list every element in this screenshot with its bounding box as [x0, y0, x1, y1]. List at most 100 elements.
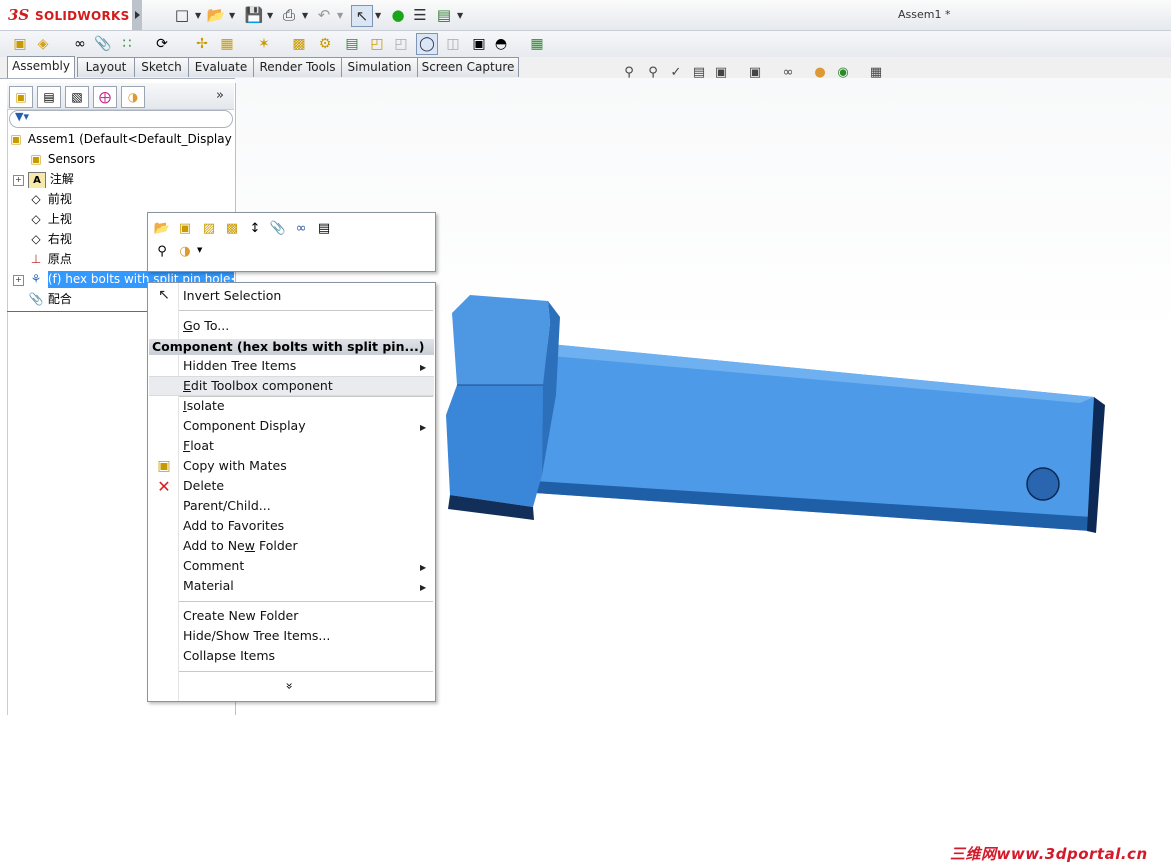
menu-item-material[interactable]: Material — [183, 576, 428, 596]
rebuild-icon[interactable]: ● — [388, 5, 408, 25]
tree-item-origin[interactable]: ⊥ 原点 — [28, 250, 148, 268]
tab-evaluate[interactable]: Evaluate — [188, 57, 254, 77]
paperclip-icon[interactable]: 📎 — [268, 218, 288, 238]
properties-icon[interactable]: ▤ — [314, 218, 334, 238]
expand-panel-icon[interactable]: » — [216, 88, 224, 103]
menu-item-component-display[interactable]: Component Display — [183, 416, 428, 436]
options-icon[interactable]: ☰ — [410, 5, 430, 25]
appearance-icon[interactable]: ◑ — [175, 241, 195, 261]
print-icon[interactable]: ⎙ — [279, 5, 299, 25]
filter-icon[interactable]: ▼▾ — [15, 110, 29, 123]
menu-flyout-arrow[interactable] — [132, 0, 142, 30]
new-dropdown-icon[interactable]: ▼ — [195, 5, 203, 25]
undo-dropdown-icon[interactable]: ▼ — [337, 5, 345, 25]
display-manager-tab-icon[interactable]: ◑ — [121, 86, 145, 108]
new-motion-study-icon[interactable]: ⚙ — [315, 34, 335, 54]
tree-item-mates[interactable]: 📎 配合 — [28, 290, 148, 308]
section-view-icon[interactable]: ▤ — [690, 63, 708, 81]
hex-bolt-model[interactable] — [430, 285, 1120, 535]
menu-item-create-new-folder[interactable]: Create New Folder — [183, 606, 428, 626]
tree-item-top-plane[interactable]: ◇ 上视 — [28, 210, 148, 228]
view-orientation-icon[interactable]: ▣ — [712, 63, 730, 81]
property-manager-tab-icon[interactable]: ▤ — [37, 86, 61, 108]
menu-item-hidden-tree-items[interactable]: Hidden Tree Items — [183, 356, 428, 376]
save-icon[interactable]: 💾 — [244, 5, 264, 25]
open-part-icon[interactable]: 📂 — [152, 218, 172, 238]
appearance-dropdown-icon[interactable]: ▼ — [197, 246, 202, 254]
linear-pattern-icon[interactable]: ∷ — [117, 34, 137, 54]
configuration-manager-tab-icon[interactable]: ▧ — [65, 86, 89, 108]
menu-item-invert-selection[interactable]: Invert Selection — [183, 286, 428, 306]
reference-geometry-icon[interactable]: ▩ — [289, 34, 309, 54]
change-transparency-icon[interactable]: ▩ — [222, 218, 242, 238]
apply-scene-icon[interactable]: ◉ — [834, 63, 852, 81]
hole-alignment-icon[interactable]: ▣ — [469, 34, 489, 54]
menu-item-copy-with-mates[interactable]: Copy with Mates — [183, 456, 428, 476]
tree-root-assembly[interactable]: ▣ Assem1 (Default<Default_Display S — [8, 130, 234, 148]
rebuild-order-icon[interactable]: ↕ — [245, 218, 265, 238]
expand-menu-icon[interactable]: » — [283, 682, 297, 689]
menu-item-go-to[interactable]: Go To... — [183, 316, 428, 336]
properties-dropdown-icon[interactable]: ▼ — [457, 5, 465, 25]
bill-of-materials-icon[interactable]: ▤ — [342, 34, 362, 54]
menu-item-add-to-favorites[interactable]: Add to Favorites — [183, 516, 428, 536]
tree-filter-input[interactable] — [9, 110, 233, 128]
menu-item-collapse-items[interactable]: Collapse Items — [183, 646, 428, 666]
interference-detection-icon[interactable]: ◯ — [416, 33, 438, 55]
tree-item-right-plane[interactable]: ◇ 右视 — [28, 230, 148, 248]
tab-sketch[interactable]: Sketch — [134, 57, 189, 77]
edit-appearance-icon[interactable]: ● — [811, 63, 829, 81]
zoom-to-selection-icon[interactable]: ⚲ — [152, 241, 172, 261]
view-settings-icon[interactable]: ▦ — [867, 63, 885, 81]
smart-fasteners-icon[interactable]: ⟳ — [152, 34, 172, 54]
hide-show-items-icon[interactable]: ∞ — [779, 63, 797, 81]
assembly-features-icon[interactable]: ✶ — [254, 34, 274, 54]
move-component-icon[interactable]: ✢ — [192, 34, 212, 54]
dimxpert-tab-icon[interactable]: ⨁ — [93, 86, 117, 108]
expand-toggle-icon[interactable]: + — [13, 175, 24, 186]
zoom-to-area-icon[interactable]: ⚲ — [644, 63, 662, 81]
paperclip-icon[interactable]: 📎 — [93, 34, 113, 54]
tree-item-sensors[interactable]: ▣ Sensors — [28, 150, 228, 168]
save-dropdown-icon[interactable]: ▼ — [267, 5, 275, 25]
menu-item-isolate[interactable]: Isolate — [183, 396, 428, 416]
explode-line-sketch-icon[interactable]: ◰ — [391, 34, 411, 54]
component-properties-icon[interactable]: ∞ — [291, 218, 311, 238]
expand-toggle-icon[interactable]: + — [13, 275, 24, 286]
previous-view-icon[interactable]: ✓ — [667, 63, 685, 81]
mate-icon[interactable]: ∞ — [70, 34, 90, 54]
tab-assembly[interactable]: Assembly — [7, 56, 75, 78]
zoom-to-fit-icon[interactable]: ⚲ — [620, 63, 638, 81]
tab-simulation[interactable]: Simulation — [341, 57, 418, 77]
hide-show-components-icon[interactable]: ▦ — [217, 34, 237, 54]
menu-item-hide-show-tree-items[interactable]: Hide/Show Tree Items... — [183, 626, 428, 646]
solidworks-logo[interactable]: 3S SOLIDWORKS — [0, 0, 132, 30]
new-icon[interactable]: □ — [172, 5, 192, 25]
open-icon[interactable]: 📂 — [206, 5, 226, 25]
menu-item-parent-child[interactable]: Parent/Child... — [183, 496, 428, 516]
insert-components-icon[interactable]: ▣ — [10, 34, 30, 54]
print-dropdown-icon[interactable]: ▼ — [302, 5, 310, 25]
feature-tree-tab-icon[interactable]: ▣ — [9, 86, 33, 108]
tree-item-front-plane[interactable]: ◇ 前视 — [28, 190, 228, 208]
menu-item-comment[interactable]: Comment — [183, 556, 428, 576]
select-icon[interactable]: ↖ — [351, 5, 373, 27]
exploded-view-icon[interactable]: ◰ — [367, 34, 387, 54]
menu-item-delete[interactable]: Delete — [183, 476, 428, 496]
tab-layout[interactable]: Layout — [77, 57, 135, 77]
menu-item-edit-toolbox-component[interactable]: Edit Toolbox component — [149, 376, 434, 396]
file-properties-icon[interactable]: ▤ — [434, 5, 454, 25]
undo-icon[interactable]: ↶ — [314, 5, 334, 25]
edit-part-icon[interactable]: ▣ — [175, 218, 195, 238]
tab-screen-capture[interactable]: Screen Capture — [417, 57, 519, 77]
display-style-icon[interactable]: ▣ — [746, 63, 764, 81]
instant3d-icon[interactable]: ◓ — [491, 34, 511, 54]
tree-item-annotations[interactable]: A 注解 — [28, 170, 228, 188]
large-assembly-mode-icon[interactable]: ▦ — [527, 34, 547, 54]
menu-item-add-to-new-folder[interactable]: Add to New Folder — [183, 536, 428, 556]
new-part-icon[interactable]: ◈ — [33, 34, 53, 54]
select-dropdown-icon[interactable]: ▼ — [375, 5, 383, 25]
tab-render-tools[interactable]: Render Tools — [253, 57, 342, 77]
hide-components-icon[interactable]: ▨ — [199, 218, 219, 238]
clearance-verification-icon[interactable]: ◫ — [443, 34, 463, 54]
